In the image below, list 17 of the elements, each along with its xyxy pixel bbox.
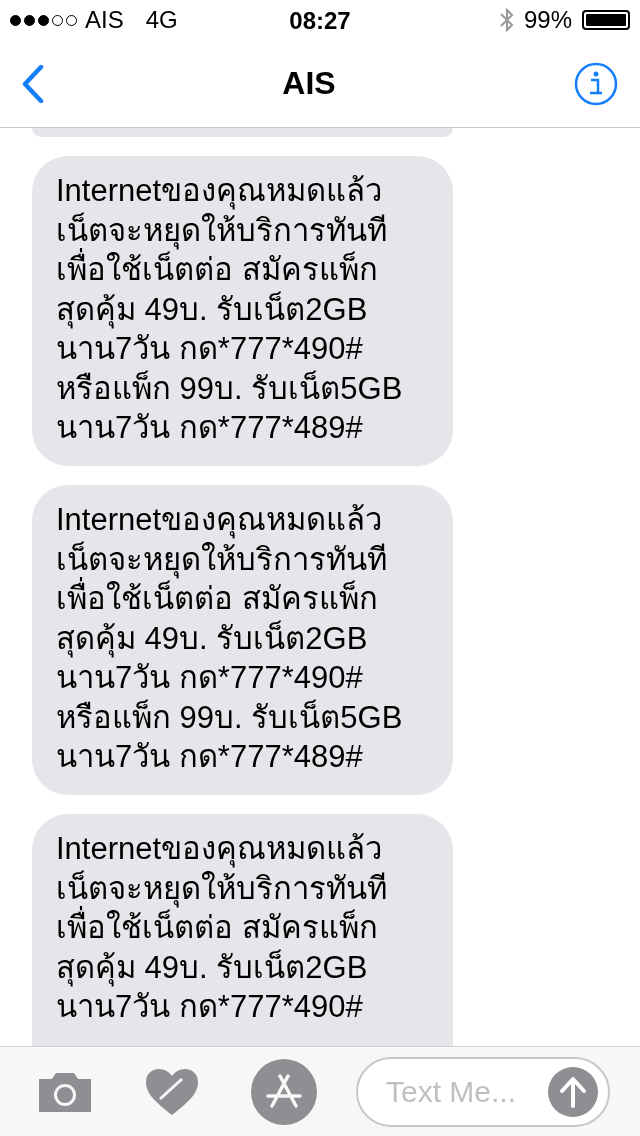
info-icon[interactable]: [574, 61, 618, 106]
battery-percent: 99%: [523, 6, 572, 34]
conversation-title: AIS: [282, 65, 336, 102]
bluetooth-icon: [499, 8, 514, 32]
message-bubble: Internetของคุณหมดแล้ว เน็ตจะหยุดให้บริการทันที เพื่อใช้เน็ตต่อ สมัครแพ็ก สุดคุ้ม 49บ. รับเน็ต2GB นาน7วัน กด*777*490# หรือแพ็ก 99บ. รับเน็ต5GB นาน7วัน กด*777*489#: [32, 485, 453, 795]
heart-icon[interactable]: [144, 1066, 200, 1117]
message-bubble: Internetของคุณหมดแล้ว เน็ตจะหยุดให้บริการทันที เพื่อใช้เน็ตต่อ สมัครแพ็ก สุดคุ้ม 49บ. รับเน็ต2GB นาน7วัน กด*777*490# หรือแพ็ก 99บ. รับเน็ต5GB นาน7วัน กด*777*489#: [32, 156, 453, 466]
text-input[interactable]: Text Me...: [384, 1073, 548, 1110]
send-button[interactable]: [548, 1066, 598, 1117]
message-bubble: Internetของคุณหมดแล้ว เน็ตจะหยุดให้บริการทันที เพื่อใช้เน็ตต่อ สมัครแพ็ก สุดคุ้ม 49บ. รับเน็ต2GB นาน7วัน กด*777*490#: [32, 814, 453, 1046]
up-arrow-icon: [558, 1075, 588, 1108]
app-store-icon[interactable]: [250, 1057, 318, 1126]
back-icon[interactable]: [22, 64, 44, 103]
network-type: 4G: [145, 6, 178, 34]
clock: 08:27: [288, 7, 352, 35]
carrier-name: AIS: [85, 6, 124, 34]
message-field[interactable]: Text Me...: [356, 1056, 610, 1127]
